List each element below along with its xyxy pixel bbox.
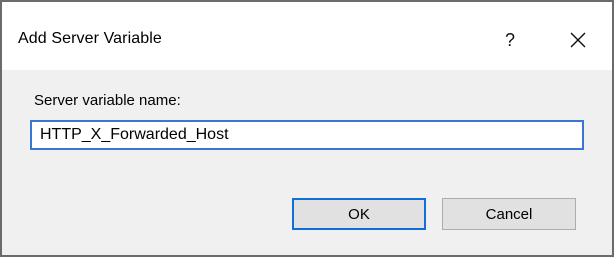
cancel-button[interactable]: Cancel	[442, 198, 576, 230]
add-server-variable-dialog: Add Server Variable ? Server variable na…	[0, 0, 614, 257]
help-button[interactable]: ?	[490, 24, 530, 56]
title-bar: Add Server Variable ?	[2, 2, 612, 70]
close-button[interactable]	[558, 22, 598, 58]
dialog-title: Add Server Variable	[18, 30, 162, 47]
server-variable-name-label: Server variable name:	[34, 92, 181, 109]
server-variable-name-input[interactable]	[30, 120, 584, 150]
close-icon	[570, 32, 586, 48]
ok-button[interactable]: OK	[292, 198, 426, 230]
